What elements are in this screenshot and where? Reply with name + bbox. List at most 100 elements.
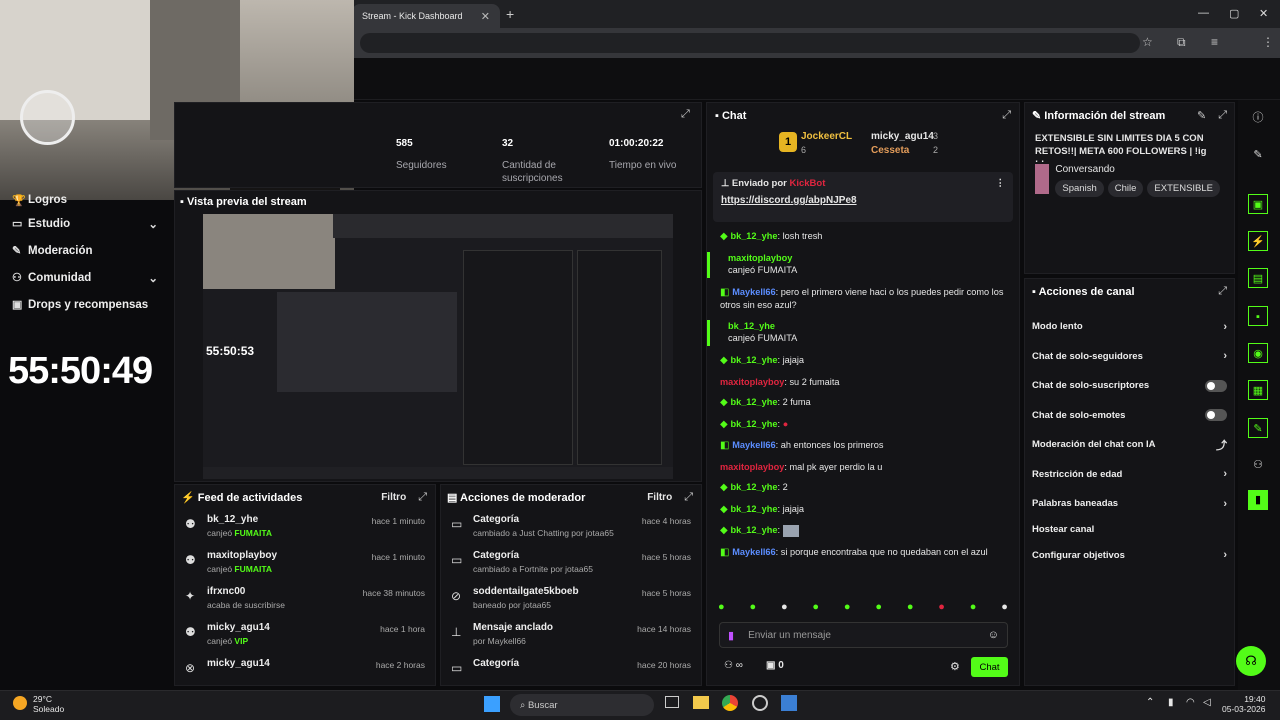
nav-estudio[interactable]: ▭ Estudio ⌄ [0,210,170,237]
stream-timer: 55:50:49 [8,350,153,392]
expand-icon[interactable]: ⤢ [1002,109,1011,122]
tag: EXTENSIBLE [1147,180,1220,197]
chat-input[interactable]: ▮ Enviar un mensaje ☺ [719,622,1008,648]
windows-start-icon[interactable] [484,696,500,712]
stream-preview-video[interactable]: 55:50:53 [203,214,673,479]
action-emotes-only[interactable]: Chat de solo-emotes [1025,401,1234,431]
app-icon[interactable]: ▮ [1248,490,1268,510]
app-icon[interactable] [752,695,768,711]
gold-badge-icon: 1 [779,132,797,152]
chevron-right-icon: › [1223,497,1227,510]
pen-icon[interactable]: ✎ [1248,145,1268,165]
extensions-icon[interactable]: ⧉ [1177,35,1186,50]
info-icon[interactable]: ⓘ [1248,108,1268,128]
close-window-icon[interactable]: ✕ [1259,7,1268,20]
activity-feed-panel: ⚡ Feed de actividades Filtro ⤢ ⚉ bk_12_yh… [174,484,436,686]
browser-tab[interactable]: Stream - Kick Dashboard ✕ [352,4,500,28]
pinned-message[interactable]: ⊥ Enviado por KickBot ⋮ https://discord.g… [713,172,1013,222]
mods-filter-button[interactable]: Filtro [647,492,672,503]
search-icon: ⌕ [520,699,526,711]
mod-actions-panel: ▤ Acciones de moderador Filtro ⤢ ▭ Catego… [440,484,702,686]
category-icon: ▭ [451,517,463,531]
channel-actions-panel: ▪ Acciones de canal ⤢ Modo lento › Chat d… [1024,278,1235,686]
mod-item: ▭ Categoría cambiado a Fortnite por jotaa6… [451,550,691,574]
mic-icon[interactable]: ▮ [1168,697,1174,708]
expand-icon[interactable]: ⤢ [681,108,690,121]
channel-points-icon[interactable]: ⚇ ∞ [724,660,743,671]
pinned-link[interactable]: https://discord.gg/abpNJPe8 [721,195,1005,206]
wifi-icon[interactable]: ◠ [1186,697,1195,708]
task-view-icon[interactable] [665,696,679,708]
bolt-icon[interactable]: ⚡ [1248,231,1268,251]
wrench-icon: ✎ [12,245,22,257]
nav-moderacion[interactable]: ✎ Moderación [0,237,170,264]
chat-message: maxitoplayboy: su 2 fumaita [720,376,840,387]
chevron-right-icon: › [1223,549,1227,562]
widget-icon[interactable]: ▣ [1248,194,1268,214]
tag: Chile [1107,180,1144,197]
action-goals[interactable]: Configurar objetivos › [1025,541,1234,571]
expand-icon[interactable]: ⤢ [418,491,427,504]
chat-message: ◧ Maykell66: pero el primero viene haci … [720,287,1004,310]
send-chat-button[interactable]: Chat [971,657,1008,677]
volume-icon[interactable]: ◁ [1203,697,1211,708]
clock[interactable]: 19:40 05-03-2026 [1222,694,1265,714]
nav-comunidad[interactable]: ⚇ Comunidad ⌄ [0,264,170,291]
emoji-icon[interactable]: ☺ [988,629,999,641]
expand-icon[interactable]: ⤢ [684,491,693,504]
close-tab-icon[interactable]: ✕ [481,10,490,23]
expand-icon[interactable]: ⤢ [1218,109,1227,122]
action-age-restriction[interactable]: Restricción de edad › [1025,460,1234,490]
action-ai-moderation[interactable]: Moderación del chat con IA ⤴ [1025,430,1234,460]
edit-icon[interactable]: ✎ [1197,109,1206,122]
category-icon: ▭ [451,661,463,675]
chat-bubble-icon[interactable]: ▪ [1248,306,1268,326]
mod-item: ▭ Categoría hace 20 horas [451,658,691,675]
pin-icon: ⊥ [451,625,462,639]
chrome-icon[interactable] [722,695,738,711]
action-subs-only[interactable]: Chat de solo-suscriptores [1025,371,1234,401]
weather-widget[interactable]: 29°C Soleado [33,694,64,714]
chat-title: ▪ Chat [715,109,747,122]
kick-icon: ⊗ [185,661,196,675]
more-icon[interactable]: ⋮ [996,178,1006,189]
wrench-icon[interactable]: ✎ [1248,418,1268,438]
activity-icon[interactable]: ▦ [1248,380,1268,400]
action-host-channel[interactable]: Hostear canal [1025,519,1234,541]
minimize-icon[interactable]: — [1198,7,1209,19]
nav-drops[interactable]: ▣ Drops y recompensas [0,291,170,318]
address-bar[interactable] [360,33,1140,53]
media-icon[interactable]: ≡ [1211,35,1218,49]
tag: Spanish [1055,180,1104,197]
bookmark-star-icon[interactable]: ☆ [1142,35,1153,49]
emotes-only-toggle[interactable] [1205,409,1227,422]
nav-logros[interactable]: 🏆 Logros [0,190,170,210]
file-explorer-icon[interactable] [693,696,709,709]
settings-gear-icon[interactable]: ⚙ [950,660,960,673]
sparkle-icon: ✦ [185,589,196,603]
stream-info-panel: ✎ Información del stream ✎ ⤢ EXTENSIBLE … [1024,102,1235,274]
taskbar-search[interactable]: ⌕ Buscar [510,694,654,716]
action-followers-only[interactable]: Chat de solo-seguidores › [1025,342,1234,372]
new-tab-button[interactable]: + [506,6,514,22]
action-slow-mode[interactable]: Modo lento › [1025,312,1234,342]
community-icon[interactable]: ⚇ [1248,455,1268,475]
support-icon[interactable]: ☊ [1236,646,1266,676]
chat-message: ◆ bk_12_yhe: [707,524,1019,537]
feed-filter-button[interactable]: Filtro [381,492,406,503]
emote-icon: ● [969,601,977,613]
expand-icon[interactable]: ⤢ [1218,285,1227,298]
action-banned-words[interactable]: Palabras baneadas › [1025,489,1234,519]
maximize-icon[interactable]: ▢ [1229,7,1239,20]
subs-only-toggle[interactable] [1205,379,1227,392]
list-icon[interactable]: ▤ [1248,268,1268,288]
app-icon[interactable] [781,695,797,711]
tray-chevron-icon[interactable]: ⌃ [1146,697,1154,708]
chevron-right-icon: › [1223,468,1227,481]
emote-icon: ● [843,601,851,613]
emote-icon: ● [906,601,914,613]
browser-menu-icon[interactable]: ⋮ [1262,35,1274,49]
emote-bar[interactable]: ● ● ● ● ● ● ● ● ● ● [718,601,1008,615]
chat-leaderboard: 1 JockeerCL 6 micky_agu14 3 Cesseta 2 [707,128,1019,168]
broadcast-icon[interactable]: ◉ [1248,343,1268,363]
